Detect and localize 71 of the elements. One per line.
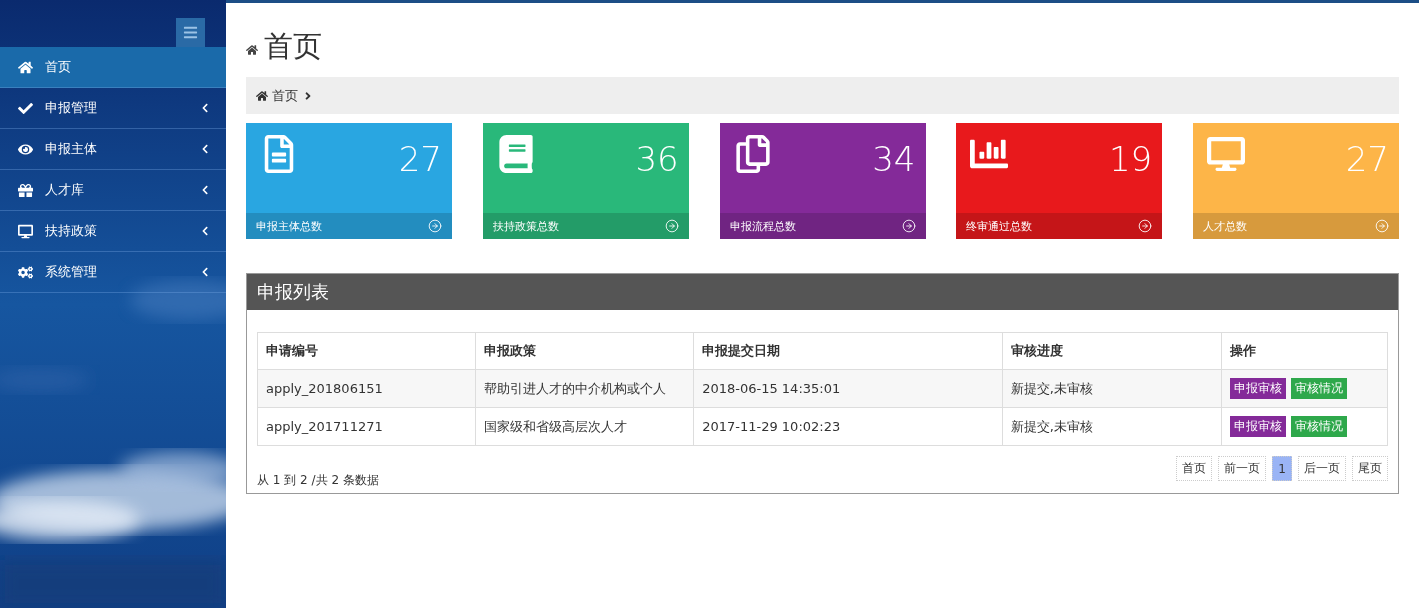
page-button[interactable]: 首页 [1176,456,1213,481]
review-button[interactable]: 申报审核 [1229,416,1286,437]
chevron-icon [200,103,210,113]
menu-toggle-button[interactable] [176,18,205,47]
record-summary: 从 1 到 2 /共 2 条数据 [257,472,379,489]
menu-icon [183,25,198,40]
gears-icon [18,264,33,280]
table-cell: 新提交,未审核 [1002,407,1222,446]
monitor-icon [1207,135,1245,173]
table-cell: 2017-11-29 10:02:23 [693,407,1003,446]
stat-label: 终审通过总数 [966,218,1033,234]
chevron-icon [200,144,210,154]
table-cell: 国家级和省级高层次人才 [475,407,694,446]
sidebar-item-label: 人才库 [45,181,85,199]
column-header: 审核进度 [1002,332,1222,370]
chevron-icon [200,185,210,195]
sidebar-item-label: 首页 [45,58,72,76]
table-cell: apply_201711271 [257,407,476,446]
stat-label: 申报流程总数 [729,218,796,234]
stat-card[interactable]: 34 申报流程总数 [719,123,926,239]
sidebar-item-label: 扶持政策 [45,222,98,240]
monitor-icon [18,223,33,239]
arrow-circle-icon [428,219,442,233]
table-cell: apply_201806151 [257,369,476,408]
arrow-circle-icon [1375,219,1389,233]
home-icon [18,59,33,75]
column-header: 申请编号 [257,332,476,370]
stat-label: 扶持政策总数 [492,218,559,234]
sidebar-item[interactable]: 申报主体 [0,129,226,170]
stat-label: 申报主体总数 [256,218,322,234]
stat-card[interactable]: 19 终审通过总数 [956,123,1163,239]
home-icon [256,89,268,102]
book-icon [496,135,535,173]
page-button[interactable]: 1 [1272,456,1292,481]
check-icon [18,100,33,116]
chevron-icon [200,226,210,236]
column-header: 操作 [1221,332,1388,370]
stat-value: 27 [398,139,442,179]
breadcrumb-link[interactable]: 首页 [272,86,298,105]
home-icon [246,44,258,56]
page-title: 首页 [264,28,322,65]
stat-label: 人才总数 [1203,218,1247,234]
review-button[interactable]: 申报审核 [1229,378,1286,399]
copy-icon [733,135,772,173]
arrow-circle-icon [664,219,679,233]
sidebar-item-label: 申报主体 [45,140,98,158]
stat-value: 19 [1109,139,1153,179]
stat-card[interactable]: 27 申报主体总数 [246,123,452,239]
stat-value: 36 [635,139,679,179]
sidebar-item-label: 申报管理 [45,99,98,117]
arrow-circle-icon [901,219,916,233]
column-header: 申报提交日期 [693,332,1003,370]
sidebar-item[interactable]: 申报管理 [0,88,226,129]
page-button[interactable]: 尾页 [1352,456,1388,481]
table-cell: 2018-06-15 14:35:01 [693,369,1003,408]
table-cell: 帮助引进人才的中介机构或个人 [475,369,694,408]
sidebar-item[interactable]: 扶持政策 [0,211,226,252]
sidebar-item-label: 系统管理 [45,263,98,281]
panel-title: 申报列表 [257,280,329,304]
chevron-icon [200,267,210,277]
table-cell: 新提交,未审核 [1002,369,1222,408]
stat-value: 34 [872,139,916,179]
sidebar-item[interactable]: 人才库 [0,170,226,211]
arrow-circle-icon [1138,219,1153,233]
sidebar-item[interactable]: 首页 [0,47,226,88]
stat-value: 27 [1345,139,1389,179]
gift-icon [18,182,33,198]
column-header: 申报政策 [475,332,694,370]
page-button[interactable]: 后一页 [1298,456,1346,481]
sidebar-item[interactable]: 系统管理 [0,252,226,293]
page-button[interactable]: 前一页 [1218,456,1267,481]
